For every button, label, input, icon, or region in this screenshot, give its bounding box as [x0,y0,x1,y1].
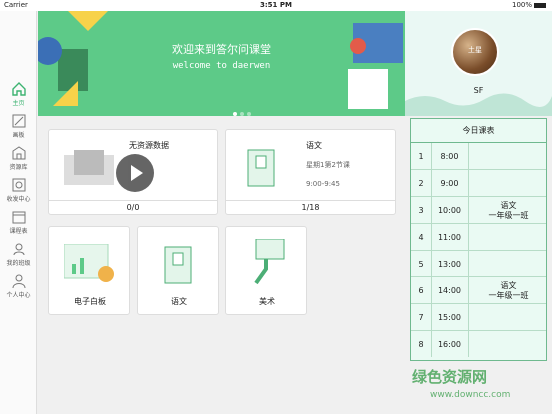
sidebar-item-drawing[interactable]: 画板 [0,113,37,139]
inbox-icon [12,178,25,192]
table-row[interactable]: 6 14:00 语文 一年级一班 [411,277,546,305]
sidebar-item-label: 主页 [12,100,25,107]
table-row[interactable]: 8 16:00 [411,331,546,358]
avatar[interactable]: 土星 [451,28,499,76]
resource-illustration [64,150,114,185]
carousel-dots[interactable] [233,101,254,116]
sidebar-item-home[interactable]: 主页 [0,81,37,107]
sidebar-item-label: 课程表 [9,228,28,235]
app-art[interactable]: 美术 [225,226,307,315]
schedule-title: 今日课表 [411,119,546,143]
user-name: SF [473,86,484,95]
schedule-rows: 1 8:00 2 9:00 3 10:00 语文 一年级一班 4 11:00 5 13:00 … [411,143,546,358]
sidebar-item-inbox[interactable]: 收发中心 [0,177,37,203]
resource-card[interactable]: 无资源数据 0/0 [48,129,218,215]
app-label: 美术 [259,297,275,306]
play-button[interactable] [116,154,154,192]
watermark-text: 绿色资源网 [412,368,488,386]
avatar-label: 土星 [468,46,482,54]
sidebar-item-schedule[interactable]: 课程表 [0,209,37,235]
welcome-banner[interactable]: 欢迎来到答尔问课堂 welcome to daerwen [38,11,405,116]
sidebar-item-label: 画板 [12,132,25,139]
book-icon [247,149,275,187]
paint-roller-icon [254,239,285,285]
table-row[interactable]: 4 11:00 [411,223,546,251]
lesson-card[interactable]: 语文 星期1第2节课 9:00-9:45 1/18 [225,129,396,215]
battery-status: 100% [512,0,546,11]
watermark-url: www.downcc.com [430,390,511,400]
lesson-time: 9:00-9:45 [306,180,340,188]
sidebar-item-profile[interactable]: 个人中心 [0,273,37,299]
class-icon [13,243,24,256]
library-icon [12,146,25,160]
schedule-table: 今日课表 1 8:00 2 9:00 3 10:00 语文 一年级一班 4 11:00 51… [410,118,547,361]
pencil-icon [12,114,25,128]
banner-subtitle: welcome to daerwen [172,61,271,71]
app-whiteboard[interactable]: 电子白板 [48,226,130,315]
table-row[interactable]: 5 13:00 [411,250,546,278]
table-row[interactable]: 1 8:00 [411,143,546,170]
lesson-period: 星期1第2节课 [306,161,350,169]
app-chinese[interactable]: 语文 [137,226,219,315]
person-icon [12,274,25,289]
banner-title: 欢迎来到答尔问课堂 [172,43,271,56]
whiteboard-icon [64,244,114,282]
calendar-icon [12,211,25,224]
resource-card-count: 0/0 [49,200,217,214]
lesson-card-count: 1/18 [226,200,395,214]
sidebar-item-label: 个人中心 [6,292,31,299]
sidebar-item-my-class[interactable]: 我的班级 [0,241,37,267]
sidebar-item-label: 资源库 [9,164,28,171]
sidebar: 主页 画板 资源库 收发中心 课程表 我的班级 个人中心 [0,11,37,414]
sidebar-item-label: 收发中心 [6,196,31,203]
clock: 3:51 PM [260,1,292,9]
resource-card-title: 无资源数据 [129,141,169,150]
app-label: 语文 [171,297,187,306]
table-row[interactable]: 3 10:00 语文 一年级一班 [411,196,546,224]
sidebar-item-label: 我的班级 [6,260,31,267]
table-row[interactable]: 7 15:00 [411,304,546,332]
lesson-title: 语文 [306,141,322,150]
battery-icon [534,2,546,8]
book-icon [164,246,192,284]
status-bar: Carrier 3:51 PM 100% [0,0,552,11]
table-row[interactable]: 2 9:00 [411,169,546,197]
sidebar-item-library[interactable]: 资源库 [0,145,37,171]
app-label: 电子白板 [74,297,106,306]
home-icon [11,82,26,96]
